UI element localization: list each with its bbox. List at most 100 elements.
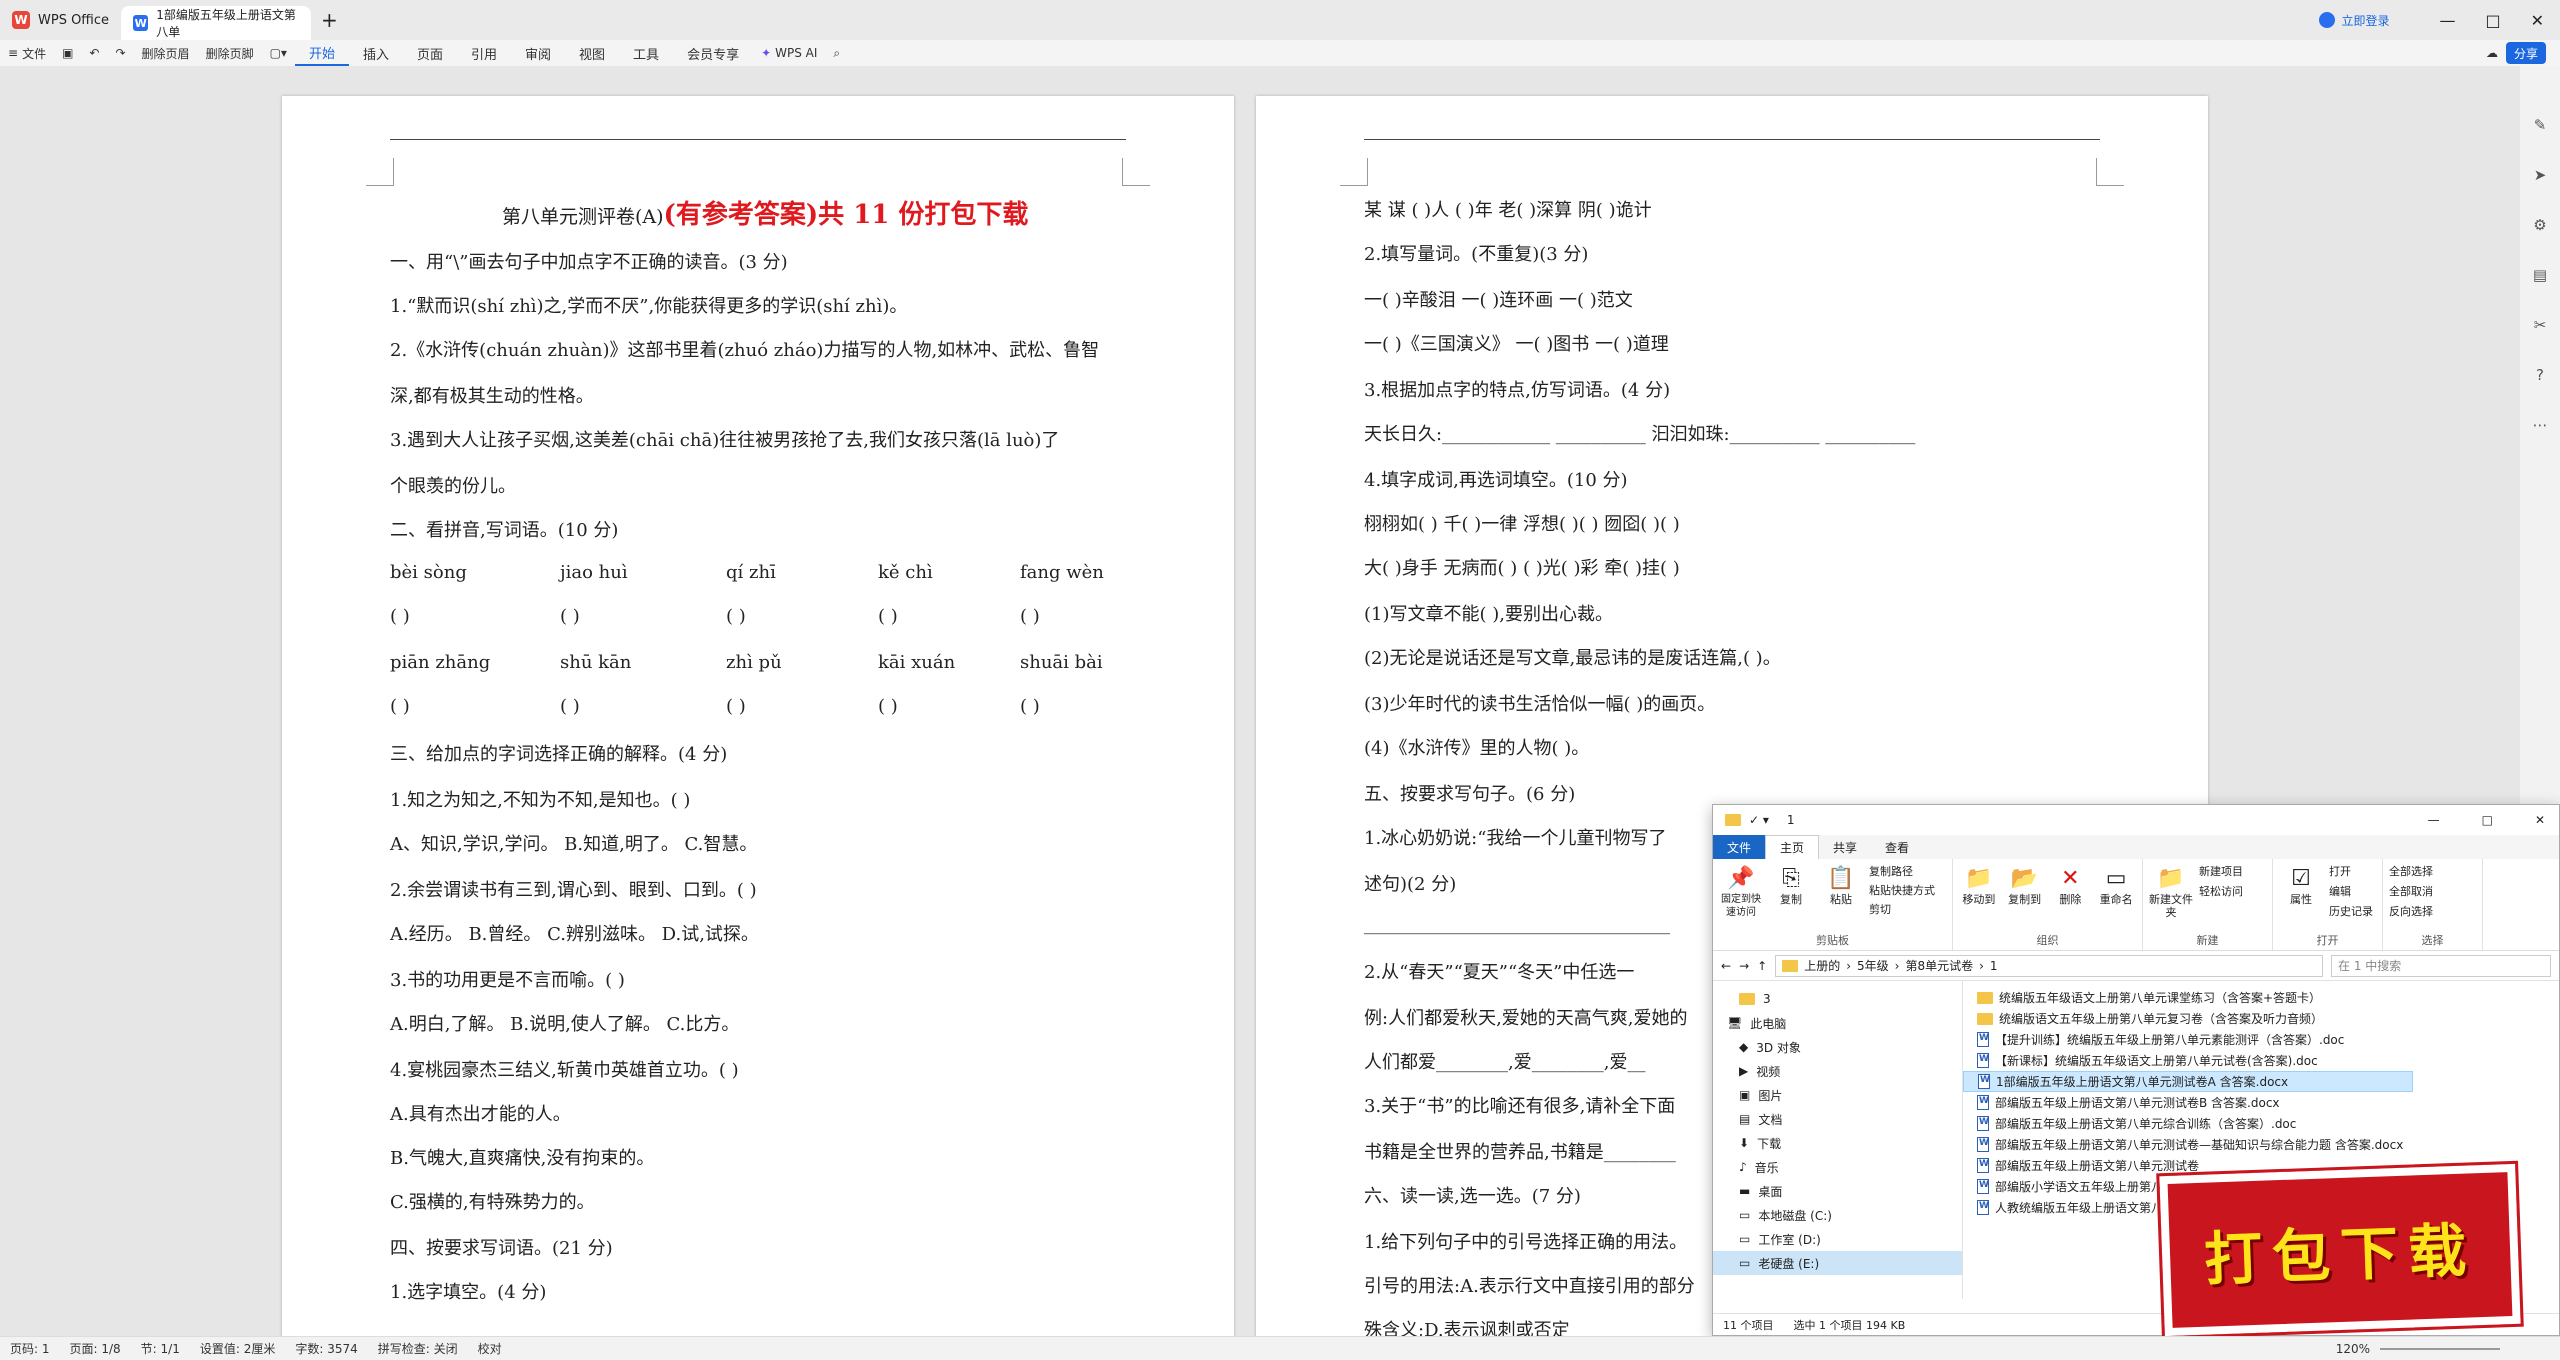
tab-view[interactable]: 视图 [565, 40, 619, 66]
properties-button[interactable]: ☑ 属性 [2279, 863, 2323, 919]
breadcrumb[interactable]: 第8单元试卷 [1905, 957, 1973, 974]
pen-icon[interactable]: ✎ [2534, 116, 2547, 134]
nav-item[interactable]: ▭ 工作室 (D:) [1713, 1227, 1962, 1251]
maximize-icon[interactable]: □ [2485, 11, 2500, 30]
redo-icon[interactable]: ↷ [107, 40, 133, 66]
new-folder-button[interactable]: 📁 新建文件夹 [2149, 863, 2193, 919]
minimize-icon[interactable]: — [2428, 813, 2440, 827]
move-to-button[interactable]: 📁 移动到 [1959, 863, 1999, 906]
copy-to-button[interactable]: 📂 复制到 [2005, 863, 2045, 906]
history-button[interactable]: 历史记录 [2329, 903, 2373, 919]
invert-selection-button[interactable]: 反向选择 [2389, 903, 2476, 919]
tab-member[interactable]: 会员专享 [673, 40, 753, 66]
list-item[interactable]: 统编版五年级语文上册第八单元课堂练习（含答案+答题卡） [1963, 987, 2559, 1008]
paste-shortcut-button[interactable]: 粘贴快捷方式 [1869, 882, 1935, 898]
list-item[interactable]: 统编版语文五年级上册第八单元复习卷（含答案及听力音频） [1963, 1008, 2559, 1029]
breadcrumb[interactable]: 上册的 [1804, 957, 1840, 974]
tools-icon[interactable]: ✂ [2534, 316, 2547, 334]
nav-item[interactable]: ⬇ 下载 [1713, 1131, 1962, 1155]
breadcrumb[interactable]: 1 [1990, 959, 1998, 973]
template-icon[interactable]: ▤ [2533, 266, 2547, 284]
cut-button[interactable]: 剪切 [1869, 901, 1935, 917]
nav-item[interactable]: ▤ 文档 [1713, 1107, 1962, 1131]
close-icon[interactable]: ✕ [2531, 11, 2544, 30]
rename-button[interactable]: ▭ 重命名 [2096, 863, 2136, 906]
easy-access-button[interactable]: 轻松访问 [2199, 883, 2243, 899]
new-item-button[interactable]: 新建项目 [2199, 863, 2243, 879]
nav-item[interactable]: ▣ 图片 [1713, 1083, 1962, 1107]
nav-item[interactable]: ▬ 桌面 [1713, 1179, 1962, 1203]
nav-item[interactable]: ▭ 本地磁盘 (C:) [1713, 1203, 1962, 1227]
login-link[interactable]: 立即登录 [2341, 12, 2389, 29]
share-button[interactable]: 分享 [2505, 42, 2546, 64]
back-icon[interactable]: ← [1721, 959, 1731, 973]
list-item[interactable]: 部编版五年级上册语文第八单元测试卷B 含答案.docx [1963, 1092, 2559, 1113]
doc-line: 3.遇到大人让孩子买烟,这美差(chāi chā)往往被男孩抢了去,我们女孩只落… [390, 430, 1060, 451]
quick-access-icon[interactable]: ✓ ▾ [1749, 813, 1769, 827]
maximize-icon[interactable]: □ [2482, 813, 2493, 827]
nav-item[interactable]: 🖥 此电脑 [1713, 1011, 1962, 1035]
tab-file[interactable]: 文件 [1713, 835, 1766, 859]
search-icon[interactable]: ⌕ [825, 40, 848, 66]
zoom-level[interactable]: 120% [2326, 1342, 2380, 1356]
tab-home[interactable]: 主页 [1765, 835, 1820, 859]
delete-footer-button[interactable]: 删除页脚 [198, 40, 262, 66]
list-item[interactable]: 【新课标】统编版五年级语文上册第八单元试卷(含答案).doc [1963, 1050, 2559, 1071]
help-icon[interactable]: ? [2536, 366, 2544, 384]
close-icon[interactable]: ✕ [2535, 813, 2545, 827]
open-button[interactable]: 打开 [2329, 863, 2373, 879]
wps-ai-button[interactable]: ✦ WPS AI [753, 40, 825, 66]
word-count[interactable]: 字数: 3574 [285, 1340, 367, 1357]
tab-reference[interactable]: 引用 [457, 40, 511, 66]
forward-icon[interactable]: → [1739, 959, 1749, 973]
shape-icon[interactable]: ▢▾ [262, 40, 295, 66]
adjust-icon[interactable]: ⚙ [2533, 216, 2546, 234]
nav-item[interactable]: ▭ 老硬盘 (E:) [1713, 1251, 1962, 1275]
spell-check[interactable]: 拼写检查: 关闭 [368, 1340, 468, 1357]
copy-path-button[interactable]: 复制路径 [1869, 863, 1935, 879]
zoom-slider[interactable] [2380, 1347, 2500, 1350]
list-item[interactable]: 1部编版五年级上册语文第八单元测试卷A 含答案.docx [1963, 1071, 2413, 1092]
download-badge[interactable]: 打包下载 [2156, 1160, 2524, 1340]
pinyin: shuāi bài [1020, 652, 1103, 673]
tab-tools[interactable]: 工具 [619, 40, 673, 66]
nav-item[interactable]: ♪ 音乐 [1713, 1155, 1962, 1179]
pointer-icon[interactable]: ➤ [2534, 166, 2547, 184]
pin-button[interactable]: 📌 固定到快速访问 [1719, 863, 1763, 919]
more-icon[interactable]: ⋯ [2533, 416, 2548, 434]
tab-page[interactable]: 页面 [403, 40, 457, 66]
tab-view[interactable]: 查看 [1871, 835, 1923, 859]
undo-icon[interactable]: ↶ [81, 40, 107, 66]
app-tab[interactable]: W WPS Office [0, 0, 121, 40]
avatar-icon[interactable] [2319, 12, 2336, 28]
breadcrumb[interactable]: 5年级 [1857, 957, 1889, 974]
list-item[interactable]: 【提升训练】统编版五年级上册第八单元素能测评（含答案）.doc [1963, 1029, 2559, 1050]
delete-button[interactable]: ✕ 删除 [2051, 863, 2091, 906]
tab-home[interactable]: 开始 [294, 40, 349, 66]
select-all-button[interactable]: 全部选择 [2389, 863, 2476, 879]
delete-header-button[interactable]: 删除页眉 [134, 40, 198, 66]
path-box[interactable]: 上册的 › 5年级 › 第8单元试卷 › 1 [1775, 954, 2323, 977]
list-item[interactable]: 部编版五年级上册语文第八单元测试卷—基础知识与综合能力题 含答案.docx [1963, 1134, 2559, 1155]
up-icon[interactable]: ↑ [1757, 959, 1767, 973]
nav-item[interactable]: ▶ 视频 [1713, 1059, 1962, 1083]
new-tab-icon[interactable]: + [321, 8, 338, 32]
edit-button[interactable]: 编辑 [2329, 883, 2373, 899]
nav-item[interactable]: ◆ 3D 对象 [1713, 1035, 1962, 1059]
list-item[interactable]: 部编版五年级上册语文第八单元综合训练（含答案）.doc [1963, 1113, 2559, 1134]
file-menu[interactable]: ≡ 文件 [0, 40, 54, 66]
paste-button[interactable]: 📋 粘贴 [1819, 863, 1863, 919]
tab-share[interactable]: 共享 [1819, 835, 1871, 859]
minimize-icon[interactable]: — [2439, 11, 2455, 30]
select-none-button[interactable]: 全部取消 [2389, 883, 2476, 899]
search-input[interactable]: 在 1 中搜索 [2331, 954, 2551, 977]
tab-review[interactable]: 审阅 [511, 40, 565, 66]
tab-insert[interactable]: 插入 [349, 40, 403, 66]
save-icon[interactable]: ▣ [54, 40, 81, 66]
copy-button[interactable]: ⎘ 复制 [1769, 863, 1813, 919]
nav-item[interactable]: 3 [1713, 987, 1962, 1011]
cloud-icon[interactable]: ☁ [2478, 40, 2506, 66]
proofread-button[interactable]: 校对 [468, 1340, 512, 1357]
explorer-title: 1 [1786, 813, 1795, 827]
document-tab[interactable]: W 1部编版五年级上册语文第八单 [121, 6, 312, 40]
